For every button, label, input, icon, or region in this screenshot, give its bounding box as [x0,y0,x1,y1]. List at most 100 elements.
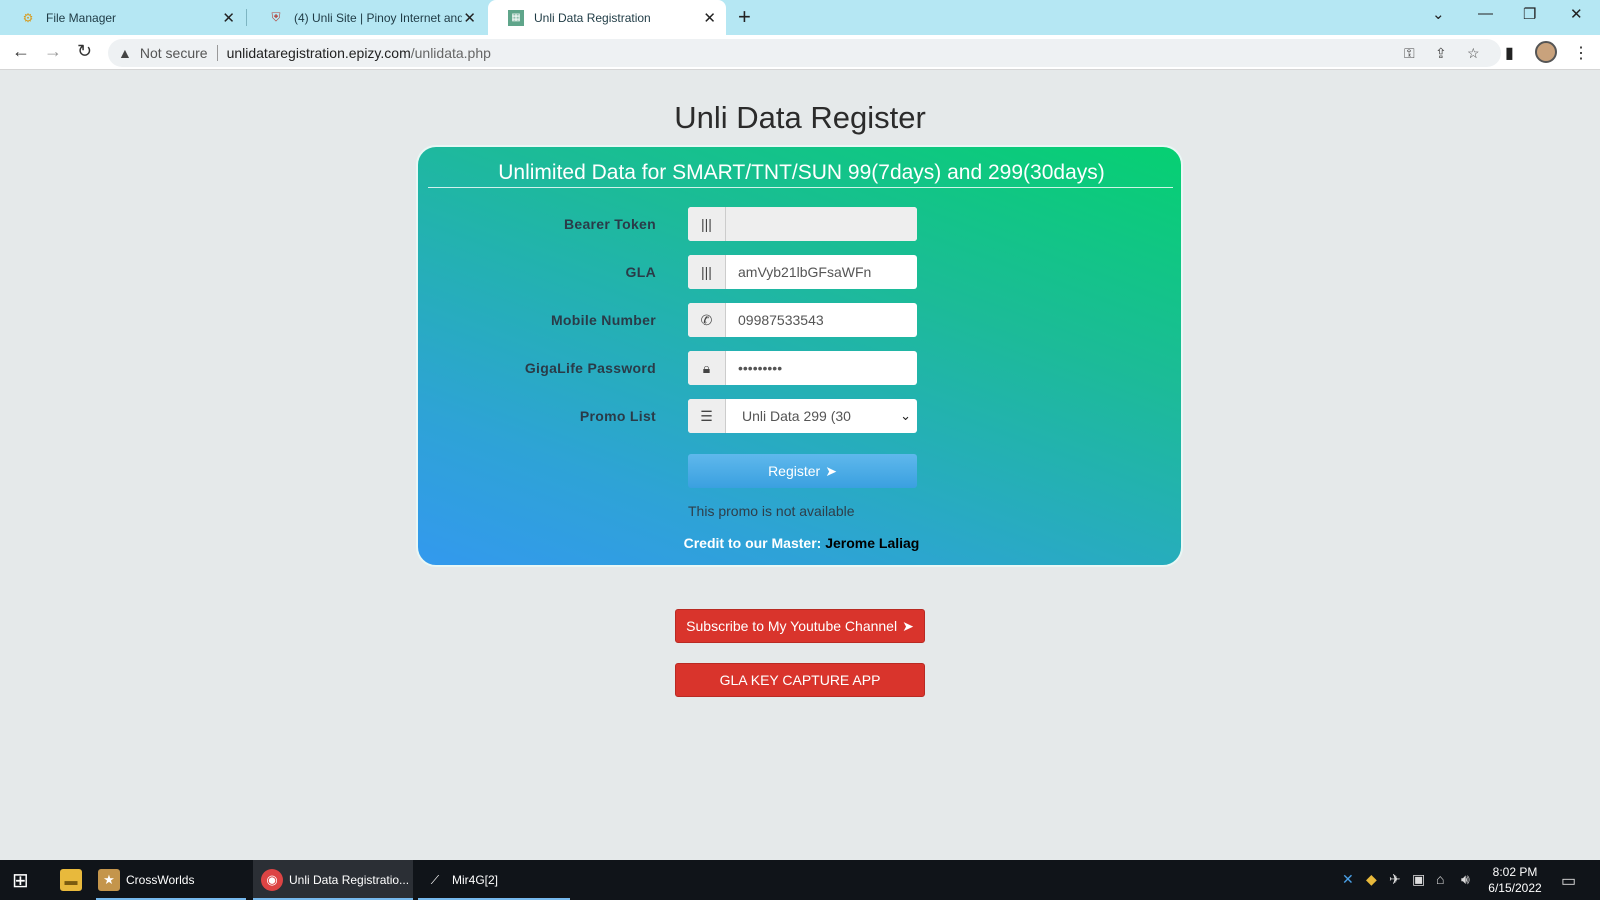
address-bar[interactable]: ▲ Not secure unlidataregistration.epizy.… [108,39,1501,67]
close-tab-icon[interactable]: ✕ [703,9,716,27]
system-clock[interactable]: 8:02 PM 6/15/2022 [1480,864,1550,896]
subscribe-youtube-button[interactable]: Subscribe to My Youtube Channel ➤ [675,609,925,643]
bearer-token-row: Bearer Token ||| [418,207,1185,241]
file-manager-icon: ⚙ [22,10,34,25]
address-divider [216,45,218,61]
credit-line: Credit to our Master: Jerome Laliag [418,535,1185,551]
tab-label: Unli Data Registration [534,10,651,25]
password-label: GigaLife Password [524,360,656,376]
barcode-icon: ||| [688,207,726,241]
tab-divider [246,9,247,26]
profile-avatar[interactable] [1535,41,1557,63]
gla-group: ||| amVyb21lbGFsaWFn [688,255,917,289]
reload-icon[interactable]: ↻ [77,41,92,62]
close-tab-icon[interactable]: ✕ [463,9,476,27]
promo-list-label: Promo List [579,408,656,424]
back-arrow-icon[interactable]: ← [12,41,30,62]
restore-icon[interactable]: ❐ [1523,5,1536,23]
list-icon: ☰ [688,399,726,433]
security-status[interactable]: Not secure [140,45,208,61]
taskbar-item-mir4[interactable]: ⟋ Mir4G[2] [418,860,570,900]
paper-plane-icon: ➤ [825,462,837,479]
promo-selected-value: Unli Data 299 (30 [742,408,851,424]
card-heading: Unlimited Data for SMART/TNT/SUN 99(7day… [498,161,1105,184]
paper-plane-icon: ➤ [902,617,914,634]
side-panel-icon[interactable]: ▮ [1505,43,1514,63]
tray-display-icon[interactable]: ▣ [1412,871,1425,888]
mobile-number-label: Mobile Number [550,312,656,328]
mobile-number-input[interactable]: 09987533543 [726,303,917,337]
file-explorer-button[interactable]: ▬ [60,860,88,900]
tray-app-icon[interactable]: ✕ [1342,871,1354,888]
lock-icon: 🔒︎ [688,351,726,385]
close-tab-icon[interactable]: ✕ [222,9,235,27]
taskbar-item-label: Unli Data Registratio... [289,873,410,887]
folder-icon: ▬ [60,869,82,891]
barcode-icon: ||| [688,255,726,289]
clock-date: 6/15/2022 [1488,881,1542,895]
credit-prefix: Credit to our Master: [683,535,822,551]
tab-label: (4) Unli Site | Pinoy Internet and T [294,10,462,25]
network-icon[interactable]: ⌂ [1436,871,1444,887]
tray-bluetooth-icon[interactable]: ✈ [1389,871,1401,888]
tab-label: File Manager [46,10,117,25]
bearer-token-label: Bearer Token [563,216,656,232]
promo-list-row: Promo List ☰ Unli Data 299 (30 ⌄ [418,399,1185,433]
close-window-icon[interactable]: ✕ [1570,5,1583,23]
notification-icon[interactable]: ▭ [1561,871,1576,891]
new-tab-button[interactable]: + [738,4,751,30]
password-group: 🔒︎ ••••••••• [688,351,917,385]
mir4-icon: ⟋ [430,872,440,887]
share-icon[interactable]: ⇪ [1435,45,1447,62]
key-icon[interactable]: ⚿ [1404,45,1415,62]
game-icon: ★ [98,869,120,891]
gla-key-capture-button[interactable]: GLA KEY CAPTURE APP [675,663,925,697]
minimize-icon[interactable]: — [1478,5,1493,22]
shield-favicon: ⛨ [271,10,281,24]
promo-list-select[interactable]: Unli Data 299 (30 ⌄ [726,399,917,433]
gla-input[interactable]: amVyb21lbGFsaWFn [726,255,917,289]
gla-key-capture-label: GLA KEY CAPTURE APP [719,672,881,688]
tab-search-icon[interactable]: ⌄ [1432,5,1445,23]
subscribe-label: Subscribe to My Youtube Channel [686,618,898,634]
gla-row: GLA ||| amVyb21lbGFsaWFn [418,255,1185,289]
password-input[interactable]: ••••••••• [726,351,917,385]
menu-dots-icon[interactable]: ⋮ [1573,43,1589,63]
tab-unli-data-registration[interactable]: ▦ Unli Data Registration ✕ [488,0,726,35]
url-host: unlidataregistration.epizy.com [226,45,411,61]
register-button[interactable]: Register ➤ [688,454,917,488]
status-message: This promo is not available [688,503,855,519]
gla-label: GLA [625,264,656,280]
registration-card: Unlimited Data for SMART/TNT/SUN 99(7day… [416,145,1183,567]
taskbar-item-label: Mir4G[2] [452,873,499,887]
star-icon[interactable]: ☆ [1467,45,1480,62]
url-path: /unlidata.php [410,45,491,61]
promo-list-group: ☰ Unli Data 299 (30 ⌄ [688,399,917,433]
warning-triangle-icon[interactable]: ▲ [118,45,132,61]
forward-arrow-icon[interactable]: → [44,41,62,62]
site-favicon: ▦ [508,9,524,26]
mobile-number-group: ✆ 09987533543 [688,303,917,337]
volume-icon[interactable]: 🔊︎ [1461,871,1470,888]
browser-toolbar: ← → ↻ ▲ Not secure unlidataregistration.… [0,35,1600,70]
mobile-number-row: Mobile Number ✆ 09987533543 [418,303,1185,337]
chrome-icon: ◉ [261,869,283,891]
start-windows-icon[interactable]: ⊞ [12,860,29,900]
taskbar-item-label: CrossWorlds [126,873,195,887]
password-row: GigaLife Password 🔒︎ ••••••••• [418,351,1185,385]
credit-name: Jerome Laliag [825,535,920,551]
tab-file-manager[interactable]: ⚙ File Manager ✕ [0,0,245,35]
clock-time: 8:02 PM [1492,865,1538,879]
bearer-token-input[interactable] [726,207,917,241]
register-label: Register [768,463,821,479]
phone-icon: ✆ [688,303,726,337]
chevron-down-icon: ⌄ [900,408,911,423]
tray-app-icon-2[interactable]: ◆ [1366,871,1377,888]
taskbar-item-crossworlds[interactable]: ★ CrossWorlds [96,860,246,900]
bearer-token-group: ||| [688,207,917,241]
page-title: Unli Data Register [674,100,926,135]
tab-unli-site[interactable]: ⛨ (4) Unli Site | Pinoy Internet and T ✕ [248,0,486,35]
windows-taskbar: ⊞ ▬ ★ CrossWorlds ◉ Unli Data Registrati… [0,860,1600,900]
taskbar-item-chrome[interactable]: ◉ Unli Data Registratio... [253,860,413,900]
heading-divider [428,187,1173,188]
